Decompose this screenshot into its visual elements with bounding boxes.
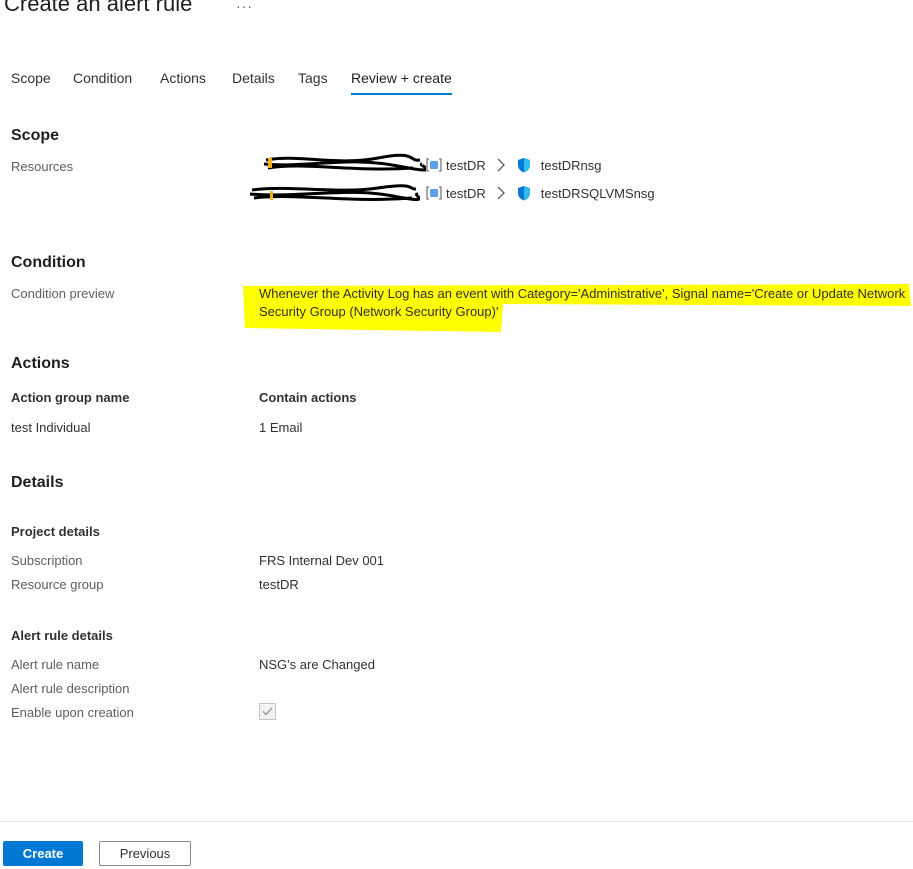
alert-rule-description-label: Alert rule description	[11, 681, 130, 696]
resource-name-link[interactable]: testDRSQLVMSnsg	[541, 186, 655, 201]
tab-actions[interactable]: Actions	[160, 70, 206, 86]
resources-label: Resources	[11, 159, 74, 174]
tab-details[interactable]: Details	[232, 70, 275, 86]
subscription-label: Subscription	[11, 553, 83, 568]
redacted-scribble	[263, 153, 426, 172]
resource-path-2: testDR testDRSQLVMSnsg	[426, 185, 655, 201]
resource-group-icon	[426, 158, 442, 172]
scope-heading: Scope	[11, 127, 60, 144]
project-details-heading: Project details	[11, 524, 100, 539]
enable-upon-creation-label: Enable upon creation	[11, 705, 134, 720]
redacted-scribble	[249, 184, 420, 202]
tab-condition[interactable]: Condition	[73, 70, 132, 86]
contain-actions-value: 1 Email	[259, 420, 303, 435]
actions-heading: Actions	[11, 355, 70, 372]
shield-icon	[517, 186, 530, 201]
alert-rule-name-label: Alert rule name	[11, 657, 100, 672]
resource-group-icon	[426, 186, 442, 200]
tab-scope[interactable]: Scope	[11, 70, 51, 86]
resource-group-label: Resource group	[11, 577, 104, 592]
more-options-button[interactable]: ···	[236, 0, 253, 14]
alert-rule-name-value: NSG's are Changed	[259, 657, 375, 672]
action-group-column-header: Action group name	[11, 390, 130, 405]
contain-actions-column-header: Contain actions	[259, 390, 357, 405]
create-button[interactable]: Create	[3, 841, 83, 866]
resource-group-value: testDR	[259, 577, 299, 592]
enable-upon-creation-checkbox[interactable]	[259, 703, 276, 720]
resource-path-1: testDR testDRnsg	[426, 157, 601, 173]
resource-name-link[interactable]: testDRnsg	[541, 158, 602, 173]
subscription-value: FRS Internal Dev 001	[259, 553, 385, 568]
chevron-right-icon	[497, 186, 505, 200]
checkmark-icon	[262, 707, 273, 716]
resource-group-link[interactable]: testDR	[446, 158, 486, 173]
shield-icon	[517, 158, 530, 173]
page-title: Create an alert rule	[4, 0, 193, 16]
action-group-name: test Individual	[11, 420, 91, 435]
details-heading: Details	[11, 474, 64, 491]
previous-button[interactable]: Previous	[99, 841, 191, 866]
resource-group-link[interactable]: testDR	[446, 186, 486, 201]
alert-rule-details-heading: Alert rule details	[11, 628, 113, 643]
footer-divider	[0, 821, 913, 822]
tab-tags[interactable]: Tags	[298, 70, 328, 86]
condition-heading: Condition	[11, 254, 86, 271]
condition-preview-text: Whenever the Activity Log has an event w…	[259, 286, 906, 319]
tab-review-create[interactable]: Review + create	[351, 70, 452, 95]
chevron-right-icon	[497, 158, 505, 172]
condition-preview-label: Condition preview	[11, 286, 115, 301]
